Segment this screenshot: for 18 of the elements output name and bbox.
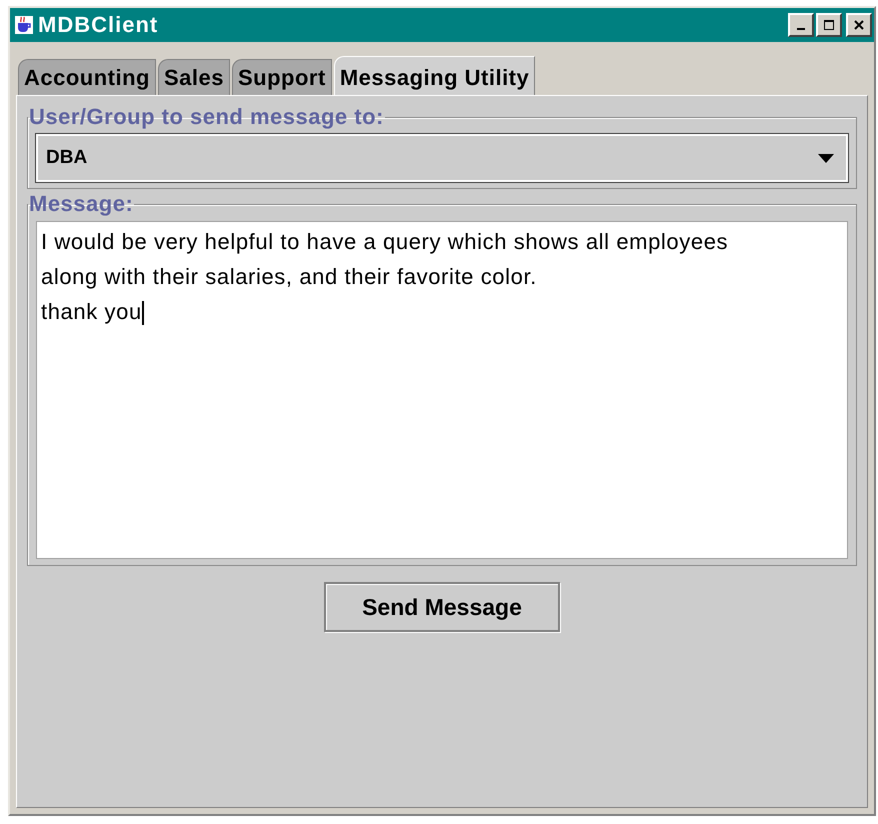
group-label: User/Group to send message to: — [28, 104, 385, 130]
minimize-button[interactable] — [788, 13, 814, 37]
tab[interactable]: Accounting — [18, 59, 156, 95]
tab[interactable]: Support — [232, 59, 332, 95]
maximize-button[interactable] — [816, 13, 842, 37]
close-button[interactable] — [846, 13, 872, 37]
message-field[interactable]: I would be very helpful to have a query which shows all employees along with their salaries, and their favorite color. thank you — [36, 221, 848, 559]
caret-icon — [818, 154, 834, 162]
cup-icon — [14, 15, 34, 35]
group-label: Message: — [28, 191, 134, 217]
close-icon — [854, 20, 864, 30]
recipient-dropdown[interactable]: DBA — [36, 134, 848, 182]
minimize-icon — [797, 28, 805, 30]
send-message-button[interactable]: Send Message — [324, 582, 560, 632]
tab[interactable]: Messaging Utility — [334, 56, 536, 95]
maximize-icon — [824, 20, 834, 30]
window-title: MDBClient — [38, 12, 158, 38]
tab[interactable]: Sales — [158, 59, 230, 95]
